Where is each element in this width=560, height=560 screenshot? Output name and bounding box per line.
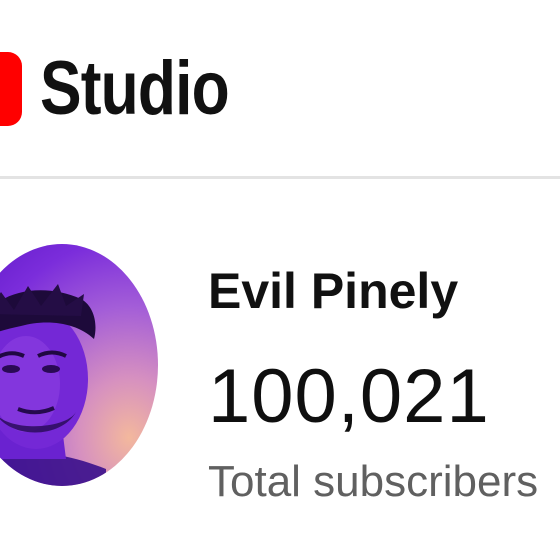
- app-header: Studio: [0, 0, 560, 179]
- youtube-play-logo-icon[interactable]: [0, 52, 22, 126]
- subscriber-label: Total subscribers: [208, 457, 539, 506]
- studio-screen: Studio Evil Pinely 100,021 Total subscri…: [0, 0, 560, 560]
- app-title: Studio: [40, 46, 230, 131]
- subscriber-count: 100,021: [208, 354, 490, 439]
- avatar-portrait-icon: [0, 284, 106, 486]
- channel-name: Evil Pinely: [208, 263, 459, 319]
- header-divider: [0, 176, 560, 179]
- channel-avatar[interactable]: [0, 244, 158, 486]
